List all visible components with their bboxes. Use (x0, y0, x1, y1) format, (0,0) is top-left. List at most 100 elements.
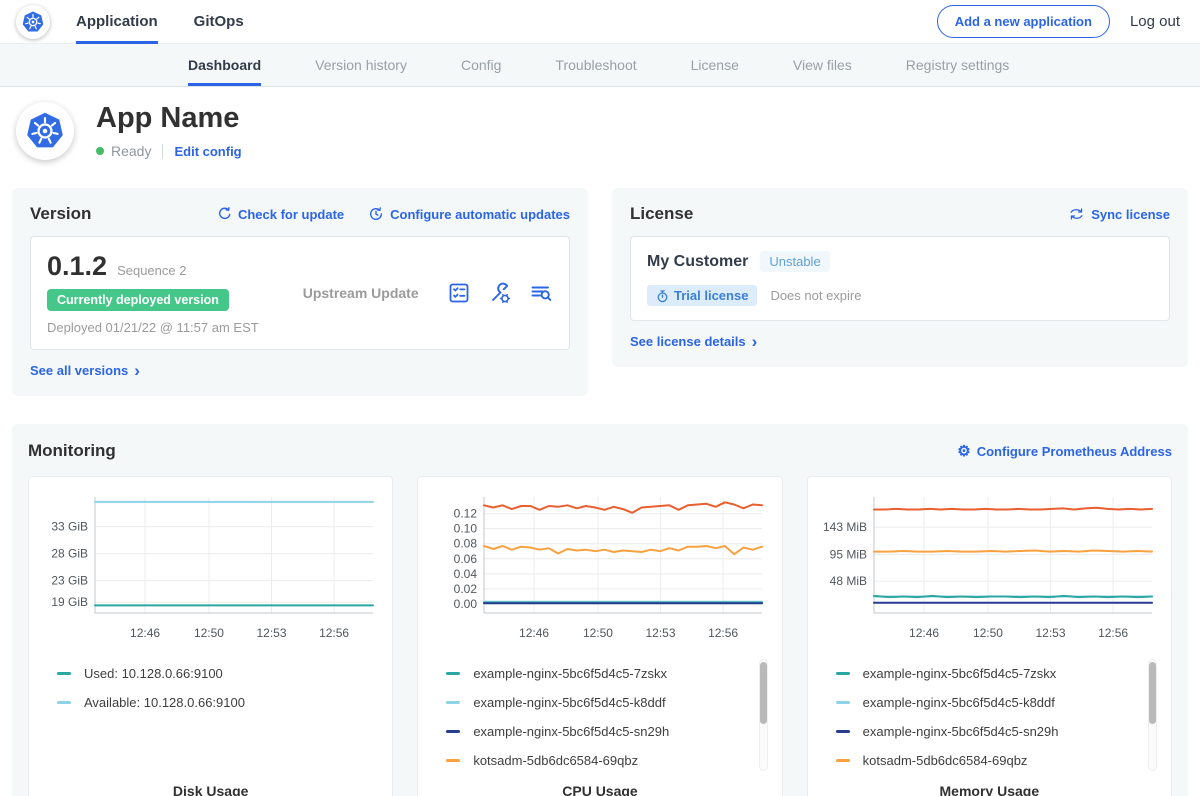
see-license-details-label: See license details (630, 334, 746, 349)
disk-usage-card: 12:4612:5012:5312:5619 GiB23 GiB28 GiB33… (28, 476, 393, 796)
see-all-versions-link[interactable]: See all versions › (30, 363, 140, 378)
license-card: License Sync license My Customer Unstabl… (612, 188, 1188, 367)
tab-troubleshoot-label: Troubleshoot (555, 57, 636, 73)
legend-swatch (836, 672, 850, 675)
svg-text:0.12: 0.12 (454, 507, 478, 521)
legend-swatch (446, 759, 460, 762)
logout-link[interactable]: Log out (1130, 13, 1180, 30)
svg-text:12:50: 12:50 (194, 626, 224, 640)
svg-text:0.06: 0.06 (454, 552, 478, 566)
tab-dashboard[interactable]: Dashboard (188, 44, 261, 86)
memory-usage-legend: example-nginx-5bc6f5d4c5-7zskx example-ng… (818, 659, 1161, 775)
tab-view-files-label: View files (793, 57, 852, 73)
refresh-icon (216, 206, 232, 222)
nav-tab-application[interactable]: Application (76, 0, 158, 44)
tab-registry-settings-label: Registry settings (906, 57, 1009, 73)
svg-text:12:50: 12:50 (583, 626, 613, 640)
tab-version-history[interactable]: Version history (315, 44, 407, 86)
chart-canvas: 12:4612:5012:5312:5648 MiB95 MiB143 MiB (820, 489, 1159, 645)
svg-text:95 MiB: 95 MiB (829, 548, 866, 562)
monitoring-title: Monitoring (28, 441, 116, 461)
legend-scrollbar[interactable] (1148, 659, 1157, 771)
configure-automatic-updates-link[interactable]: Configure automatic updates (368, 206, 570, 222)
tab-license[interactable]: License (691, 44, 739, 86)
tab-version-history-label: Version history (315, 57, 407, 73)
divider (162, 144, 163, 159)
kubernetes-logo[interactable] (16, 5, 50, 39)
disk-usage-chart: 12:4612:5012:5312:5619 GiB23 GiB28 GiB33… (39, 489, 382, 645)
trial-license-label: Trial license (674, 288, 748, 303)
version-actions: Check for update Configure automatic upd… (216, 206, 570, 222)
license-details-card: My Customer Unstable Trial license Does … (630, 236, 1170, 321)
tab-config-label: Config (461, 57, 501, 73)
nav-tab-application-label: Application (76, 13, 158, 30)
tab-registry-settings[interactable]: Registry settings (906, 44, 1009, 86)
tab-troubleshoot[interactable]: Troubleshoot (555, 44, 636, 86)
legend-label: example-nginx-5bc6f5d4c5-sn29h (863, 724, 1059, 739)
license-card-header: License Sync license (630, 204, 1170, 224)
kubernetes-wheel-icon (22, 11, 44, 33)
see-license-details-link[interactable]: See license details › (630, 334, 757, 349)
charts-row: 12:4612:5012:5312:5619 GiB23 GiB28 GiB33… (28, 476, 1172, 796)
channel-badge: Unstable (760, 251, 829, 272)
status-badge: Ready (111, 143, 151, 159)
status-dot-icon (96, 147, 104, 155)
legend-swatch (836, 701, 850, 704)
sync-license-link[interactable]: Sync license (1068, 206, 1170, 222)
config-wrench-icon[interactable] (488, 281, 512, 305)
legend-label: example-nginx-5bc6f5d4c5-k8ddf (473, 695, 665, 710)
version-card: Version Check for update Configure au (12, 188, 588, 396)
svg-text:12:56: 12:56 (709, 626, 739, 640)
trial-license-badge: Trial license (647, 285, 757, 306)
check-for-update-link[interactable]: Check for update (216, 206, 344, 222)
customer-name: My Customer (647, 253, 748, 271)
version-card-header: Version Check for update Configure au (30, 204, 570, 224)
legend-scrollbar-thumb[interactable] (1149, 662, 1156, 724)
edit-config-link[interactable]: Edit config (174, 144, 241, 159)
svg-text:0.10: 0.10 (454, 522, 478, 536)
app-status-row: Ready Edit config (96, 143, 242, 159)
svg-text:12:50: 12:50 (973, 626, 1003, 640)
license-expiry: Does not expire (770, 288, 861, 303)
svg-text:19 GiB: 19 GiB (51, 595, 88, 609)
legend-swatch (446, 730, 460, 733)
chevron-right-icon: › (752, 334, 758, 349)
legend-label: example-nginx-5bc6f5d4c5-7zskx (863, 666, 1057, 681)
current-version-card: 0.1.2 Sequence 2 Currently deployed vers… (30, 236, 570, 350)
configure-prometheus-link[interactable]: ⚙ Configure Prometheus Address (957, 444, 1172, 459)
legend-label: example-nginx-5bc6f5d4c5-sn29h (473, 724, 669, 739)
legend-swatch (446, 672, 460, 675)
tab-view-files[interactable]: View files (793, 44, 852, 86)
svg-text:12:56: 12:56 (1098, 626, 1128, 640)
svg-text:12:53: 12:53 (257, 626, 287, 640)
version-info: 0.1.2 Sequence 2 Currently deployed vers… (47, 251, 259, 335)
svg-text:0.04: 0.04 (454, 567, 478, 581)
nav-tab-gitops[interactable]: GitOps (194, 0, 244, 44)
cpu-usage-title: CPU Usage (428, 783, 771, 796)
add-application-button[interactable]: Add a new application (937, 5, 1110, 38)
app-info: App Name Ready Edit config (96, 102, 242, 160)
view-diff-icon[interactable] (529, 281, 553, 305)
svg-text:12:53: 12:53 (646, 626, 676, 640)
legend-scrollbar[interactable] (759, 659, 768, 771)
memory-usage-chart: 12:4612:5012:5312:5648 MiB95 MiB143 MiB (818, 489, 1161, 645)
version-action-icons (447, 281, 553, 305)
svg-text:12:53: 12:53 (1035, 626, 1065, 640)
license-title: License (630, 204, 693, 224)
preflight-checklist-icon[interactable] (447, 281, 471, 305)
deployed-timestamp: Deployed 01/21/22 @ 11:57 am EST (47, 320, 259, 335)
top-nav: Application GitOps Add a new application… (0, 0, 1200, 44)
tab-config[interactable]: Config (461, 44, 501, 86)
app-sub-nav: Dashboard Version history Config Trouble… (0, 44, 1200, 87)
svg-text:0.02: 0.02 (454, 582, 478, 596)
legend-item: example-nginx-5bc6f5d4c5-k8ddf (836, 688, 1161, 717)
version-sequence: Sequence 2 (117, 263, 186, 278)
cpu-usage-legend: example-nginx-5bc6f5d4c5-7zskxexample-ng… (428, 659, 771, 775)
legend-swatch (57, 672, 71, 675)
see-all-versions-label: See all versions (30, 363, 128, 378)
svg-text:12:46: 12:46 (909, 626, 939, 640)
chart-canvas: 12:4612:5012:5312:5619 GiB23 GiB28 GiB33… (41, 489, 380, 645)
tab-dashboard-label: Dashboard (188, 57, 261, 73)
legend-item: kotsadm-5db6dc6584-69qbz (446, 746, 771, 775)
legend-scrollbar-thumb[interactable] (760, 662, 767, 724)
